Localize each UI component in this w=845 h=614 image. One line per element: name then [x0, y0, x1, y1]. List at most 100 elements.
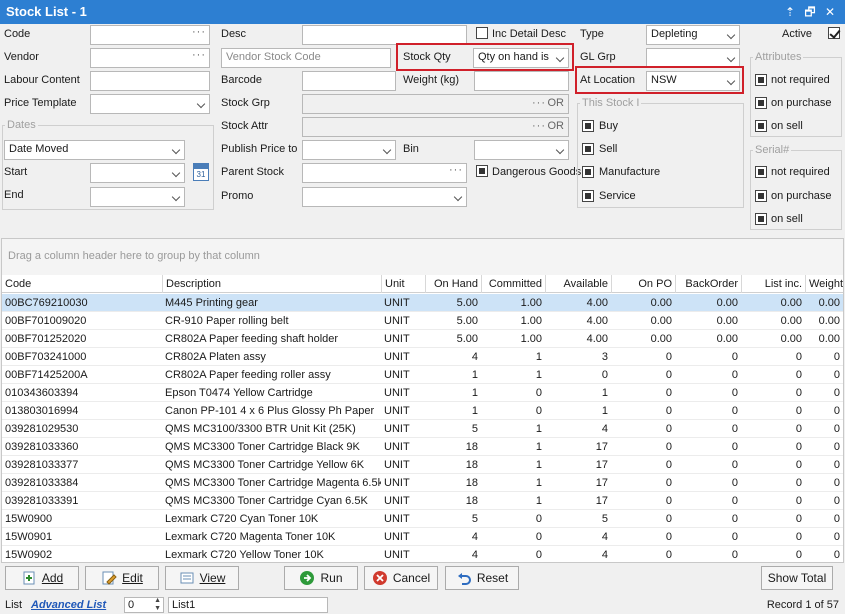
- column-header-on-po[interactable]: On PO: [611, 275, 675, 293]
- column-header-list-inc[interactable]: List inc.: [741, 275, 805, 293]
- manufacture-checkbox[interactable]: [582, 166, 594, 178]
- table-row[interactable]: 039281033360 QMS MC3300 Toner Cartridge B…: [2, 438, 843, 456]
- vendor-stock-code-field[interactable]: Vendor Stock Code: [221, 48, 391, 68]
- price-template-label: Price Template: [4, 97, 77, 109]
- table-cell: UNIT: [384, 495, 410, 507]
- service-checkbox[interactable]: [582, 190, 594, 202]
- edit-button[interactable]: Edit: [85, 566, 159, 590]
- spin-arrows-icon[interactable]: ▲ ▼: [154, 598, 161, 612]
- group-by-panel[interactable]: Drag a column header here to group by th…: [2, 239, 843, 275]
- column-header-weight[interactable]: Weight: [805, 275, 843, 293]
- serial-on-sell-radio[interactable]: [755, 213, 767, 225]
- list-name-field[interactable]: List1: [168, 597, 328, 613]
- sell-checkbox[interactable]: [582, 143, 594, 155]
- type-dropdown[interactable]: Depleting: [646, 25, 740, 45]
- table-cell: Lexmark C720 Magenta Toner 10K: [165, 531, 336, 543]
- undo-icon: [456, 570, 472, 586]
- add-button[interactable]: Add: [5, 566, 79, 590]
- column-header-code[interactable]: Code: [2, 275, 162, 293]
- table-cell: 1: [535, 495, 542, 507]
- attr-on-sell-label: on sell: [771, 120, 803, 132]
- chevron-down-icon: [556, 54, 565, 63]
- run-button[interactable]: Run: [284, 566, 358, 590]
- at-location-dropdown[interactable]: NSW: [646, 71, 740, 91]
- attr-on-purchase-radio[interactable]: [755, 97, 767, 109]
- ellipsis-icon[interactable]: ···: [192, 26, 206, 38]
- table-row[interactable]: 039281029530 QMS MC3100/3300 BTR Unit Kit…: [2, 420, 843, 438]
- table-row[interactable]: 039281033384 QMS MC3300 Toner Cartridge M…: [2, 474, 843, 492]
- pin-icon[interactable]: ⇡: [782, 4, 798, 20]
- reset-button[interactable]: Reset: [445, 566, 519, 590]
- table-row[interactable]: 15W0901 Lexmark C720 Magenta Toner 10K UNI…: [2, 528, 843, 546]
- table-row[interactable]: 00BF703241000 CR802A Platen assy UNIT 4 1 3 0 0…: [2, 348, 843, 366]
- chevron-down-icon: [172, 146, 181, 155]
- table-row[interactable]: 15W0900 Lexmark C720 Cyan Toner 10K UNIT 5 0…: [2, 510, 843, 528]
- ellipsis-icon[interactable]: ···: [192, 49, 206, 61]
- parent-stock-field[interactable]: ···: [302, 163, 467, 183]
- view-button[interactable]: View: [165, 566, 239, 590]
- restore-icon[interactable]: 🗗: [802, 4, 818, 20]
- table-row[interactable]: 15W0902 Lexmark C720 Yellow Toner 10K UNIT…: [2, 546, 843, 562]
- table-row[interactable]: 013803016994 Canon PP-101 4 x 6 Plus Glos…: [2, 402, 843, 420]
- publish-price-dropdown[interactable]: [302, 140, 396, 160]
- end-label: End: [4, 189, 24, 201]
- attr-not-required-radio[interactable]: [755, 74, 767, 86]
- table-row[interactable]: 010343603394 Epson T0474 Yellow Cartridge…: [2, 384, 843, 402]
- close-icon[interactable]: ✕: [822, 4, 838, 20]
- vendor-field[interactable]: ···: [90, 48, 210, 68]
- date-type-dropdown[interactable]: Date Moved: [4, 140, 185, 160]
- gl-grp-dropdown[interactable]: [646, 48, 740, 68]
- column-header-available[interactable]: Available: [545, 275, 611, 293]
- serial-on-purchase-radio[interactable]: [755, 190, 767, 202]
- table-cell: 00BF71425200A: [5, 369, 88, 381]
- table-cell: M445 Printing gear: [165, 297, 258, 309]
- cancel-button[interactable]: Cancel: [364, 566, 438, 590]
- column-header-backorder[interactable]: BackOrder: [675, 275, 741, 293]
- chevron-down-icon: [172, 193, 181, 202]
- code-field[interactable]: ···: [90, 25, 210, 45]
- table-cell: 4: [471, 549, 478, 561]
- table-cell: 0: [535, 531, 542, 543]
- barcode-field[interactable]: [302, 71, 396, 91]
- stock-qty-dropdown[interactable]: Qty on hand is: [473, 48, 569, 68]
- active-checkbox[interactable]: [828, 27, 840, 39]
- desc-field[interactable]: [302, 25, 467, 45]
- table-row[interactable]: 00BF71425200A CR802A Paper feeding roller…: [2, 366, 843, 384]
- list-index-stepper[interactable]: 0 ▲ ▼: [124, 597, 164, 613]
- cancel-icon: [372, 570, 388, 586]
- promo-label: Promo: [221, 190, 254, 202]
- stock-grid: Drag a column header here to group by th…: [1, 238, 844, 563]
- column-header-unit[interactable]: Unit: [381, 275, 425, 293]
- bin-dropdown[interactable]: [474, 140, 569, 160]
- column-header-committed[interactable]: Committed: [481, 275, 545, 293]
- table-cell: 1.00: [520, 333, 542, 345]
- labour-content-field[interactable]: [90, 71, 210, 91]
- price-template-dropdown[interactable]: [90, 94, 210, 114]
- serial-not-required-radio[interactable]: [755, 166, 767, 178]
- column-header-on-hand[interactable]: On Hand: [425, 275, 481, 293]
- column-header-description[interactable]: Description: [162, 275, 381, 293]
- stock-attr-field[interactable]: ··· OR: [302, 117, 569, 137]
- dangerous-goods-checkbox[interactable]: [476, 165, 488, 177]
- stock-grp-field[interactable]: ··· OR: [302, 94, 569, 114]
- promo-dropdown[interactable]: [302, 187, 467, 207]
- table-row[interactable]: 039281033377 QMS MC3300 Toner Cartridge Y…: [2, 456, 843, 474]
- table-row[interactable]: 00BF701252020 CR802A Paper feeding shaft …: [2, 330, 843, 348]
- show-total-button[interactable]: Show Total: [761, 566, 833, 590]
- ellipsis-icon[interactable]: ···: [532, 120, 546, 132]
- table-row[interactable]: 00BC769210030 M445 Printing gear UNIT 5.00 1…: [2, 294, 843, 312]
- attr-on-sell-radio[interactable]: [755, 120, 767, 132]
- start-date-field[interactable]: [90, 163, 185, 183]
- inc-detail-desc-checkbox[interactable]: [476, 27, 488, 39]
- calendar-icon[interactable]: 31: [193, 163, 209, 181]
- table-row[interactable]: 00BF701009020 CR-910 Paper rolling belt UN…: [2, 312, 843, 330]
- ellipsis-icon[interactable]: ···: [532, 97, 546, 109]
- advanced-list-link[interactable]: Advanced List: [31, 599, 106, 611]
- buy-checkbox[interactable]: [582, 120, 594, 132]
- weight-field[interactable]: [474, 71, 569, 91]
- end-date-field[interactable]: [90, 187, 185, 207]
- table-cell: 1: [535, 459, 542, 471]
- table-cell: UNIT: [384, 333, 410, 345]
- table-row[interactable]: 039281033391 QMS MC3300 Toner Cartridge C…: [2, 492, 843, 510]
- ellipsis-icon[interactable]: ···: [449, 164, 463, 176]
